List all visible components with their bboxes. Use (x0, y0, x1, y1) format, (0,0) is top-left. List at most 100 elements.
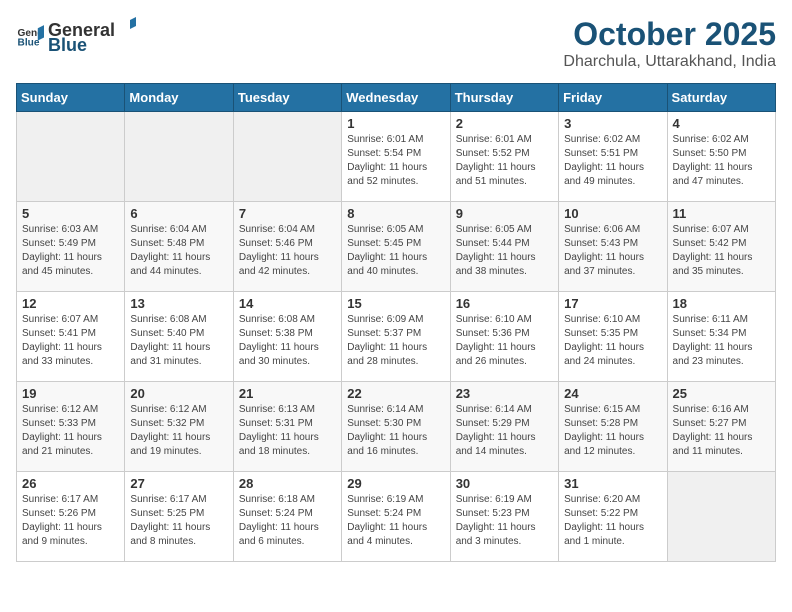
day-info: Sunrise: 6:08 AM Sunset: 5:38 PM Dayligh… (239, 313, 336, 369)
calendar-cell: 12Sunrise: 6:07 AM Sunset: 5:41 PM Dayli… (17, 292, 125, 382)
calendar-cell: 22 Sunrise: 6:14 AM Sunset: 5:30 PM Dayli… (342, 382, 450, 472)
weekday-header: Thursday (450, 84, 558, 112)
day-number: 11 (673, 206, 770, 221)
calendar-cell: 4Sunrise: 6:02 AM Sunset: 5:50 PM Daylig… (667, 112, 775, 202)
day-number: 7 (239, 206, 336, 221)
day-info: Sunrise: 6:04 AM Sunset: 5:46 PM Dayligh… (239, 223, 336, 279)
day-info: Sunrise: 6:10 AM Sunset: 5:35 PM Dayligh… (564, 313, 661, 369)
day-info: Sunrise: 6:11 AM Sunset: 5:34 PM Dayligh… (673, 313, 770, 369)
calendar-title: October 2025 (563, 16, 776, 53)
day-info: Sunrise: 6:13 AM Sunset: 5:31 PM Dayligh… (239, 403, 336, 459)
day-number: 30 (456, 476, 553, 491)
day-number: 2 (456, 116, 553, 131)
day-number: 23 (456, 386, 553, 401)
calendar-cell: 30 Sunrise: 6:19 AM Sunset: 5:23 PM Dayli… (450, 472, 558, 562)
calendar-week-row: 5 Sunrise: 6:03 AM Sunset: 5:49 PM Daylig… (17, 202, 776, 292)
day-number: 8 (347, 206, 444, 221)
day-info: Sunrise: 6:17 AM Sunset: 5:25 PM Dayligh… (130, 493, 227, 549)
day-info: Sunrise: 6:12 AM Sunset: 5:33 PM Dayligh… (22, 403, 119, 459)
calendar-cell: 25 Sunrise: 6:16 AM Sunset: 5:27 PM Dayli… (667, 382, 775, 472)
day-info: Sunrise: 6:01 AM Sunset: 5:52 PM Dayligh… (456, 133, 553, 189)
logo-bird-icon (116, 16, 136, 36)
day-number: 1 (347, 116, 444, 131)
calendar-cell: 5 Sunrise: 6:03 AM Sunset: 5:49 PM Daylig… (17, 202, 125, 292)
calendar-cell: 14 Sunrise: 6:08 AM Sunset: 5:38 PM Dayli… (233, 292, 341, 382)
calendar-cell: 26 Sunrise: 6:17 AM Sunset: 5:26 PM Dayli… (17, 472, 125, 562)
calendar-cell: 9 Sunrise: 6:05 AM Sunset: 5:44 PM Daylig… (450, 202, 558, 292)
calendar-cell: 7 Sunrise: 6:04 AM Sunset: 5:46 PM Daylig… (233, 202, 341, 292)
day-number: 22 (347, 386, 444, 401)
calendar-cell: 17 Sunrise: 6:10 AM Sunset: 5:35 PM Dayli… (559, 292, 667, 382)
weekday-header: Friday (559, 84, 667, 112)
calendar-cell (233, 112, 341, 202)
weekday-header: Sunday (17, 84, 125, 112)
day-info: Sunrise: 6:08 AM Sunset: 5:40 PM Dayligh… (130, 313, 227, 369)
day-number: 5 (22, 206, 119, 221)
day-number: 14 (239, 296, 336, 311)
day-info: Sunrise: 6:20 AM Sunset: 5:22 PM Dayligh… (564, 493, 661, 549)
calendar-cell (17, 112, 125, 202)
day-info: Sunrise: 6:16 AM Sunset: 5:27 PM Dayligh… (673, 403, 770, 459)
calendar-cell: 10Sunrise: 6:06 AM Sunset: 5:43 PM Dayli… (559, 202, 667, 292)
day-info: Sunrise: 6:06 AM Sunset: 5:43 PM Dayligh… (564, 223, 661, 279)
day-info: Sunrise: 6:14 AM Sunset: 5:29 PM Dayligh… (456, 403, 553, 459)
day-number: 17 (564, 296, 661, 311)
calendar-cell (667, 472, 775, 562)
day-number: 19 (22, 386, 119, 401)
weekday-header: Wednesday (342, 84, 450, 112)
day-info: Sunrise: 6:03 AM Sunset: 5:49 PM Dayligh… (22, 223, 119, 279)
calendar-week-row: 12Sunrise: 6:07 AM Sunset: 5:41 PM Dayli… (17, 292, 776, 382)
calendar-week-row: 26 Sunrise: 6:17 AM Sunset: 5:26 PM Dayli… (17, 472, 776, 562)
day-info: Sunrise: 6:05 AM Sunset: 5:45 PM Dayligh… (347, 223, 444, 279)
day-number: 16 (456, 296, 553, 311)
day-info: Sunrise: 6:17 AM Sunset: 5:26 PM Dayligh… (22, 493, 119, 549)
day-number: 9 (456, 206, 553, 221)
day-info: Sunrise: 6:02 AM Sunset: 5:50 PM Dayligh… (673, 133, 770, 189)
day-info: Sunrise: 6:07 AM Sunset: 5:42 PM Dayligh… (673, 223, 770, 279)
calendar-cell: 27Sunrise: 6:17 AM Sunset: 5:25 PM Dayli… (125, 472, 233, 562)
day-number: 28 (239, 476, 336, 491)
calendar-cell: 1 Sunrise: 6:01 AM Sunset: 5:54 PM Daylig… (342, 112, 450, 202)
day-info: Sunrise: 6:15 AM Sunset: 5:28 PM Dayligh… (564, 403, 661, 459)
calendar-cell: 2 Sunrise: 6:01 AM Sunset: 5:52 PM Daylig… (450, 112, 558, 202)
weekday-header: Monday (125, 84, 233, 112)
svg-text:Blue: Blue (18, 37, 40, 48)
day-number: 26 (22, 476, 119, 491)
calendar-cell: 29Sunrise: 6:19 AM Sunset: 5:24 PM Dayli… (342, 472, 450, 562)
calendar-cell: 16 Sunrise: 6:10 AM Sunset: 5:36 PM Dayli… (450, 292, 558, 382)
weekday-header: Saturday (667, 84, 775, 112)
day-info: Sunrise: 6:02 AM Sunset: 5:51 PM Dayligh… (564, 133, 661, 189)
header: General Blue General Blue October 2025 D… (16, 16, 776, 71)
calendar-subtitle: Dharchula, Uttarakhand, India (563, 53, 776, 71)
day-info: Sunrise: 6:10 AM Sunset: 5:36 PM Dayligh… (456, 313, 553, 369)
day-number: 6 (130, 206, 227, 221)
day-number: 20 (130, 386, 227, 401)
calendar-header: SundayMondayTuesdayWednesdayThursdayFrid… (17, 84, 776, 112)
day-info: Sunrise: 6:12 AM Sunset: 5:32 PM Dayligh… (130, 403, 227, 459)
calendar-cell: 8 Sunrise: 6:05 AM Sunset: 5:45 PM Daylig… (342, 202, 450, 292)
day-info: Sunrise: 6:19 AM Sunset: 5:23 PM Dayligh… (456, 493, 553, 549)
calendar-cell: 11 Sunrise: 6:07 AM Sunset: 5:42 PM Dayli… (667, 202, 775, 292)
day-number: 21 (239, 386, 336, 401)
calendar-cell: 13Sunrise: 6:08 AM Sunset: 5:40 PM Dayli… (125, 292, 233, 382)
calendar-cell: 24Sunrise: 6:15 AM Sunset: 5:28 PM Dayli… (559, 382, 667, 472)
calendar-cell: 21 Sunrise: 6:13 AM Sunset: 5:31 PM Dayli… (233, 382, 341, 472)
calendar-week-row: 19 Sunrise: 6:12 AM Sunset: 5:33 PM Dayli… (17, 382, 776, 472)
day-info: Sunrise: 6:14 AM Sunset: 5:30 PM Dayligh… (347, 403, 444, 459)
day-number: 29 (347, 476, 444, 491)
day-number: 12 (22, 296, 119, 311)
day-info: Sunrise: 6:01 AM Sunset: 5:54 PM Dayligh… (347, 133, 444, 189)
day-number: 25 (673, 386, 770, 401)
calendar-cell: 6 Sunrise: 6:04 AM Sunset: 5:48 PM Daylig… (125, 202, 233, 292)
logo: General Blue General Blue (16, 16, 137, 56)
calendar-cell: 23 Sunrise: 6:14 AM Sunset: 5:29 PM Dayli… (450, 382, 558, 472)
day-info: Sunrise: 6:05 AM Sunset: 5:44 PM Dayligh… (456, 223, 553, 279)
day-info: Sunrise: 6:04 AM Sunset: 5:48 PM Dayligh… (130, 223, 227, 279)
logo-icon: General Blue (16, 22, 44, 50)
day-info: Sunrise: 6:18 AM Sunset: 5:24 PM Dayligh… (239, 493, 336, 549)
weekday-header: Tuesday (233, 84, 341, 112)
calendar-cell: 31Sunrise: 6:20 AM Sunset: 5:22 PM Dayli… (559, 472, 667, 562)
title-area: October 2025 Dharchula, Uttarakhand, Ind… (563, 16, 776, 71)
calendar-cell: 20 Sunrise: 6:12 AM Sunset: 5:32 PM Dayli… (125, 382, 233, 472)
calendar-cell: 3Sunrise: 6:02 AM Sunset: 5:51 PM Daylig… (559, 112, 667, 202)
